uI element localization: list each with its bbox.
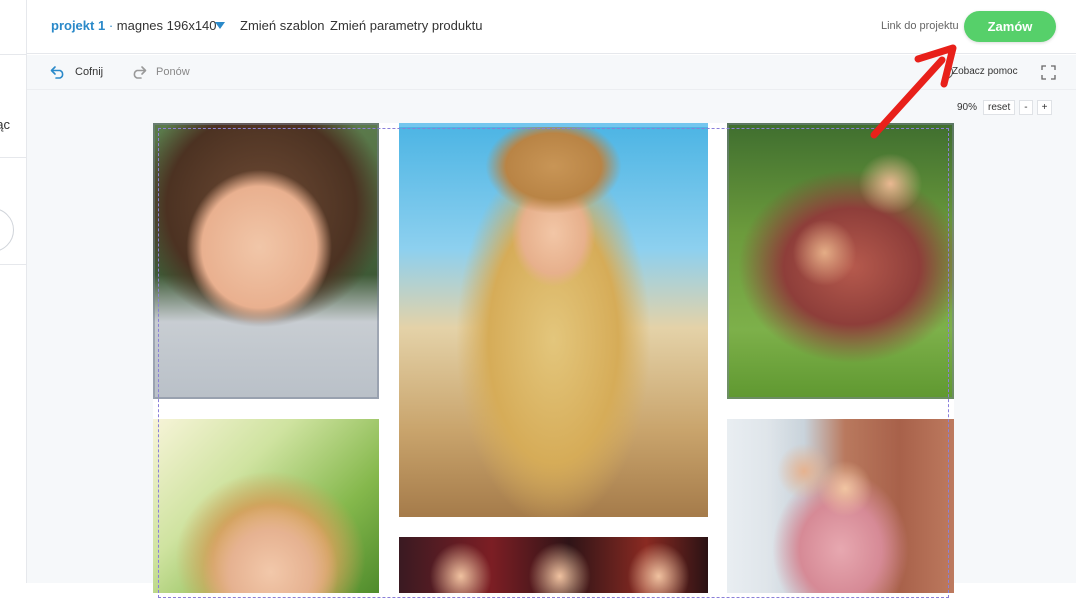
project-separator: · (108, 18, 114, 33)
top-header: projekt 1 · magnes 196x140 Zmień szablon… (27, 0, 1076, 54)
redo-icon (133, 66, 147, 79)
order-button[interactable]: Zamów (964, 11, 1056, 42)
photo-slot-party-group[interactable] (399, 537, 708, 593)
product-name: magnes 196x140 (116, 18, 217, 33)
project-dropdown-caret-icon[interactable] (215, 22, 225, 29)
zoom-controls: 90% reset - + (957, 100, 1053, 115)
undo-label: Cofnij (75, 66, 104, 78)
editor-toolbar: Cofnij Ponów Zobacz pomoc (27, 55, 1076, 90)
undo-button[interactable]: Cofnij (50, 65, 103, 79)
fullscreen-icon[interactable] (1041, 65, 1056, 80)
selected-slot-indicator (399, 123, 708, 127)
photo-slot-family-on-grass[interactable] (727, 123, 954, 399)
photo-slot-friends-on-street[interactable] (727, 419, 954, 593)
sidebar-divider (0, 54, 27, 55)
redo-label: Ponów (156, 66, 190, 78)
change-product-params-link[interactable]: Zmień parametry produktu (330, 18, 482, 33)
redo-button[interactable]: Ponów (131, 65, 190, 79)
undo-icon (50, 66, 64, 79)
sidebar-divider (0, 264, 27, 265)
project-link[interactable]: Link do projektu (881, 20, 959, 32)
photo-slot-woman-with-flowers[interactable] (399, 123, 708, 517)
sidebar-divider (0, 157, 27, 158)
photo-slot-child-outdoors[interactable] (153, 419, 379, 593)
photo-slot-girl-portrait[interactable] (153, 123, 379, 399)
project-title[interactable]: projekt 1 · magnes 196x140 (51, 18, 217, 33)
zoom-in-button[interactable]: + (1036, 100, 1053, 115)
zoom-out-button[interactable]: - (1019, 100, 1033, 115)
help-icon (947, 65, 953, 79)
design-canvas-area: 90% reset - + (27, 90, 1076, 598)
magnet-design-sheet (153, 123, 954, 598)
sidebar-partial-label[interactable]: ąc (0, 117, 10, 132)
zoom-level: 90% (957, 102, 978, 113)
zoom-reset-button[interactable]: reset (983, 100, 1016, 115)
change-template-link[interactable]: Zmień szablon (240, 18, 325, 33)
help-link[interactable]: Zobacz pomoc (952, 66, 1018, 77)
sidebar-partial-circle-button[interactable] (0, 208, 14, 252)
project-name[interactable]: projekt 1 (51, 18, 105, 33)
left-sidebar: ąc (0, 0, 27, 583)
